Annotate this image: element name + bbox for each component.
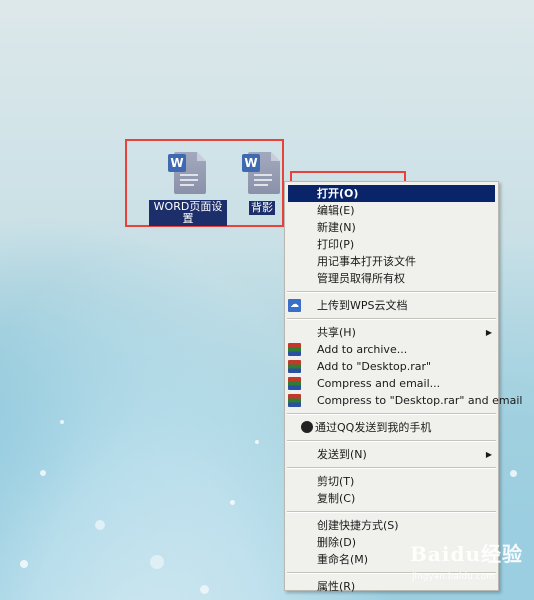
menu-item-compress-and-email[interactable]: Compress and email... — [285, 375, 498, 392]
word-document-icon: W — [168, 150, 208, 196]
menu-item-edit[interactable]: 编辑(E) — [285, 202, 498, 219]
baidu-watermark: Baidu经验 — [410, 542, 523, 566]
desktop-icon-label: 背影 — [249, 201, 275, 215]
menu-separator — [287, 318, 496, 320]
winrar-icon — [288, 343, 301, 356]
menu-item-take-ownership[interactable]: 管理员取得所有权 — [285, 270, 498, 287]
menu-separator — [287, 291, 496, 293]
menu-item-new[interactable]: 新建(N) — [285, 219, 498, 236]
word-document-icon: W — [242, 150, 282, 196]
qq-icon — [301, 421, 313, 433]
submenu-arrow-icon: ▶ — [485, 328, 492, 337]
menu-item-cut[interactable]: 剪切(T) — [285, 473, 498, 490]
wps-cloud-icon: ☁ — [288, 299, 301, 312]
menu-item-create-shortcut[interactable]: 创建快捷方式(S) — [285, 517, 498, 534]
desktop-icon-label: WORD页面设置 — [149, 200, 227, 226]
baidu-watermark-url: jingyan.baidu.com — [412, 572, 496, 582]
menu-item-share[interactable]: 共享(H) ▶ — [285, 324, 498, 341]
menu-item-copy[interactable]: 复制(C) — [285, 490, 498, 507]
menu-separator — [287, 440, 496, 442]
menu-item-open-with-notepad[interactable]: 用记事本打开该文件 — [285, 253, 498, 270]
menu-separator — [287, 413, 496, 415]
winrar-icon — [288, 377, 301, 390]
menu-item-send-via-qq[interactable]: 通过QQ发送到我的手机 — [285, 419, 498, 436]
context-menu: 打开(O) 编辑(E) 新建(N) 打印(P) 用记事本打开该文件 管理员取得所… — [284, 181, 522, 593]
submenu-arrow-icon: ▶ — [485, 450, 492, 459]
menu-separator — [287, 467, 496, 469]
menu-item-compress-to-desktop-rar-and-email[interactable]: Compress to "Desktop.rar" and email — [285, 392, 522, 409]
winrar-icon — [288, 394, 301, 407]
winrar-icon — [288, 360, 301, 373]
menu-item-upload-wps[interactable]: ☁ 上传到WPS云文档 — [285, 297, 498, 314]
menu-item-add-to-desktop-rar[interactable]: Add to "Desktop.rar" — [285, 358, 498, 375]
menu-item-open[interactable]: 打开(O) — [288, 185, 495, 202]
menu-separator — [287, 511, 496, 513]
menu-item-print[interactable]: 打印(P) — [285, 236, 498, 253]
menu-item-send-to[interactable]: 发送到(N) ▶ — [285, 446, 498, 463]
desktop-icon-word-page-setup[interactable]: W WORD页面设置 — [148, 150, 228, 226]
menu-item-add-to-archive[interactable]: Add to archive... — [285, 341, 498, 358]
